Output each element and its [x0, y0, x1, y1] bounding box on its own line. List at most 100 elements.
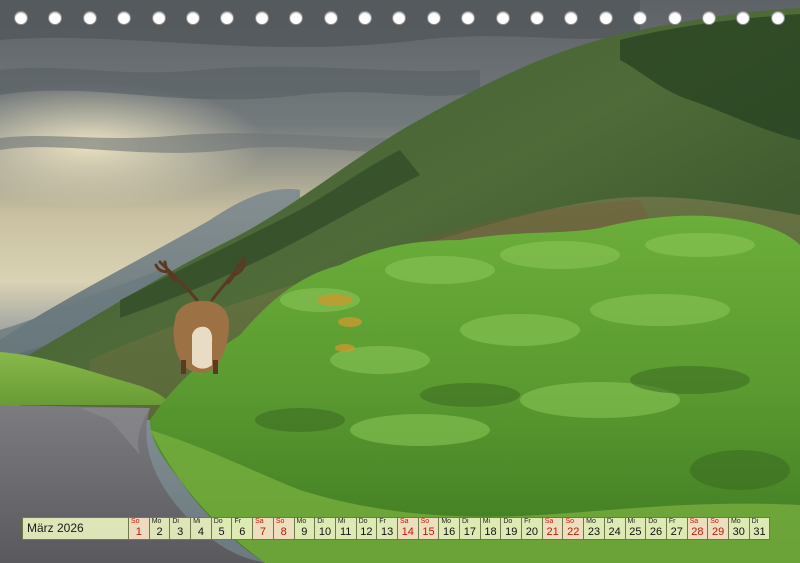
- spiral-binding: [0, 0, 800, 34]
- day-cell: Fr 27: [666, 517, 688, 540]
- day-cell: Sa 14: [397, 517, 419, 540]
- day-number: 7: [259, 526, 267, 538]
- day-number: 24: [608, 526, 621, 538]
- weekday-label: Fr: [379, 518, 386, 525]
- binding-ring-icon: [289, 11, 304, 25]
- weekday-label: Fr: [524, 518, 531, 525]
- day-number: 20: [525, 526, 539, 538]
- day-number: 8: [280, 526, 287, 538]
- weekday-label: Mi: [337, 518, 346, 525]
- binding-ring-icon: [426, 11, 441, 25]
- day-cell: Mi 25: [625, 517, 647, 540]
- day-number: 11: [340, 526, 352, 538]
- day-number: 18: [484, 526, 497, 538]
- day-cell: Sa 28: [687, 517, 709, 540]
- day-cell: Di 31: [749, 517, 771, 540]
- weekday-label: So: [131, 518, 140, 525]
- day-cell: Do 5: [211, 517, 233, 540]
- day-cell: Do 19: [501, 517, 523, 540]
- weekday-label: Mo: [296, 518, 307, 525]
- binding-ring-icon: [151, 11, 166, 25]
- binding-ring-icon: [736, 11, 751, 25]
- binding-ring-icon: [598, 11, 613, 25]
- day-cell: So 1: [129, 517, 150, 540]
- weekday-label: So: [275, 518, 285, 525]
- day-number: 14: [401, 526, 414, 538]
- binding-ring-icon: [220, 11, 235, 25]
- day-number: 30: [732, 526, 745, 538]
- binding-ring-icon: [254, 11, 269, 25]
- day-cell: So 8: [273, 517, 295, 540]
- day-number: 12: [360, 526, 373, 538]
- day-number: 9: [301, 526, 308, 538]
- calendar-page: März 2026 So 1 Mo 2 Di 3 Mi 4 Do 5 Fr 6 Sa 7 So 8 Mo 9 Di 1…: [0, 0, 800, 563]
- binding-ring-icon: [117, 11, 132, 25]
- weekday-label: Sa: [399, 518, 409, 525]
- day-number: 3: [177, 526, 184, 538]
- day-number: 26: [649, 526, 663, 538]
- day-number: 27: [670, 526, 683, 538]
- binding-ring-icon: [702, 11, 716, 25]
- day-number: 17: [463, 526, 476, 538]
- day-cell: Sa 21: [542, 517, 564, 540]
- binding-ring-icon: [564, 11, 579, 25]
- day-cell: So 15: [418, 517, 440, 540]
- weekday-label: Mi: [627, 518, 635, 525]
- day-number: 22: [567, 526, 580, 538]
- weekday-label: Di: [751, 518, 759, 525]
- day-cell: Mi 4: [191, 517, 212, 540]
- highland-deer-photo: [0, 0, 800, 563]
- day-number: 28: [691, 526, 704, 538]
- weekday-label: Do: [358, 518, 368, 525]
- weekday-label: Sa: [544, 518, 554, 525]
- day-cell: Fr 20: [522, 517, 543, 540]
- binding-ring-icon: [82, 11, 97, 25]
- weekday-label: Mi: [482, 518, 491, 525]
- day-cell: Mi 18: [480, 517, 502, 540]
- day-cell: Mo 16: [439, 517, 460, 540]
- binding-ring-icon: [14, 11, 28, 25]
- day-cell: Do 26: [646, 517, 667, 540]
- day-cell: Mo 9: [294, 517, 316, 540]
- weekday-label: Mo: [441, 518, 452, 525]
- weekday-label: Di: [606, 518, 614, 525]
- weekday-label: Do: [503, 518, 513, 525]
- day-cells: So 1 Mo 2 Di 3 Mi 4 Do 5 Fr 6 Sa 7 So 8 Mo 9 Di 10 Mi 11 Do 12 F…: [129, 517, 771, 540]
- day-number: 29: [711, 526, 725, 538]
- day-cell: Di 17: [460, 517, 481, 540]
- day-number: 10: [318, 526, 332, 538]
- day-number: 16: [443, 526, 456, 538]
- day-number: 19: [505, 526, 518, 538]
- binding-ring-icon: [186, 11, 200, 25]
- month-calendar-strip: März 2026 So 1 Mo 2 Di 3 Mi 4 Do 5 Fr 6 Sa 7 So 8 Mo 9 Di 1…: [22, 517, 778, 540]
- day-number: 6: [239, 526, 246, 538]
- binding-ring-icon: [392, 11, 407, 25]
- day-cell: Do 12: [356, 517, 378, 540]
- binding-ring-icon: [323, 11, 338, 25]
- weekday-label: Di: [172, 518, 179, 525]
- day-number: 21: [546, 526, 559, 538]
- day-number: 5: [218, 526, 225, 538]
- binding-ring-icon: [461, 11, 476, 25]
- weekday-label: Mo: [730, 518, 741, 525]
- weekday-label: Di: [317, 518, 324, 525]
- day-cell: So 22: [563, 517, 585, 540]
- weekday-label: Do: [648, 518, 658, 525]
- day-cell: Di 3: [170, 517, 192, 540]
- binding-ring-icon: [495, 11, 510, 25]
- day-cell: Mo 2: [149, 517, 171, 540]
- weekday-label: Di: [462, 518, 469, 525]
- day-number: 13: [380, 526, 394, 538]
- binding-ring-icon: [358, 11, 372, 25]
- day-number: 15: [422, 526, 435, 538]
- day-cell: Di 10: [315, 517, 336, 540]
- weekday-label: So: [420, 518, 430, 525]
- day-cell: Mi 11: [335, 517, 357, 540]
- month-label: März 2026: [22, 517, 129, 540]
- binding-ring-icon: [770, 11, 785, 25]
- weekday-label: Mo: [586, 518, 596, 525]
- weekday-label: Fr: [668, 518, 676, 525]
- weekday-label: So: [565, 518, 574, 525]
- day-cell: Mo 23: [584, 517, 605, 540]
- day-cell: Fr 13: [377, 517, 398, 540]
